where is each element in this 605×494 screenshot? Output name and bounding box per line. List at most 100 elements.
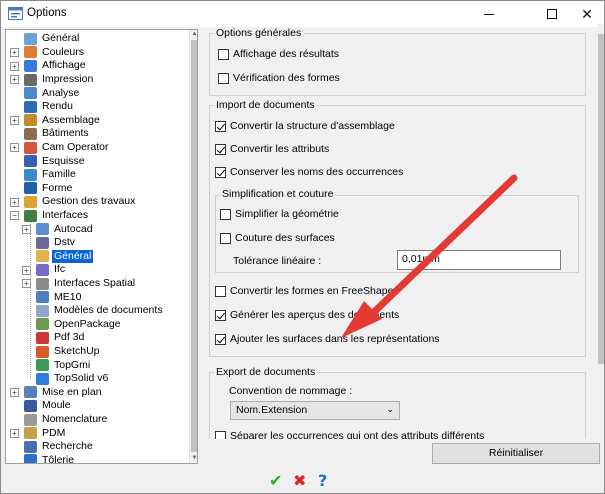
tree-item[interactable]: Dstv (36, 236, 77, 250)
tree-item[interactable]: Analyse (24, 86, 81, 100)
ajouter-surfaces-label: Ajouter les surfaces dans les représenta… (230, 333, 440, 345)
convertir-attributs-label: Convertir les attributs (230, 143, 330, 155)
tree-item[interactable]: Rendu (24, 100, 75, 114)
tree-item[interactable]: Forme (24, 182, 74, 196)
tree-item[interactable]: Interfaces Spatial (36, 277, 137, 291)
verification-formes-checkbox[interactable] (218, 72, 229, 84)
convertir-structure-checkbox[interactable] (215, 120, 226, 132)
cancel-x-icon[interactable]: ✖ (293, 471, 306, 491)
convertir-attributs-row[interactable]: Convertir les attributs (215, 143, 329, 155)
tree-item[interactable]: Tôlerie (24, 453, 76, 464)
tree-item[interactable]: Autocad (36, 222, 95, 236)
tree-item-label: Affichage (42, 59, 86, 72)
tree-node-icon (24, 413, 37, 426)
tree-item[interactable]: Bâtiments (24, 127, 91, 141)
tree-item[interactable]: Impression (24, 73, 95, 87)
tree-item-label: Bâtiments (42, 127, 89, 140)
tree-scrollbar[interactable]: ▲ ▼ (189, 30, 197, 463)
tree-item[interactable]: SketchUp (36, 345, 102, 359)
tree-item[interactable]: Modèles de documents (36, 304, 165, 318)
ok-check-icon[interactable]: ✔ (269, 471, 282, 491)
tree-scrollbar-thumb[interactable] (191, 40, 197, 452)
ajouter-surfaces-row[interactable]: Ajouter les surfaces dans les représenta… (215, 333, 440, 345)
tree-expander-icon[interactable]: + (10, 197, 19, 207)
conserver-noms-checkbox[interactable] (215, 166, 226, 178)
convertir-structure-label: Convertir la structure d'assemblage (230, 120, 395, 132)
tree-guide-line (30, 222, 31, 379)
tree-item[interactable]: Pdf 3d (36, 331, 86, 345)
tree-node-icon (36, 359, 49, 372)
tree-expander-icon[interactable]: + (10, 428, 19, 438)
tree-item[interactable]: Famille (24, 168, 78, 182)
tree-item[interactable]: OpenPackage (36, 318, 123, 332)
settings-scrollbar[interactable] (597, 24, 604, 439)
tree-item[interactable]: TopGmi (36, 358, 92, 372)
convertir-freeshape-checkbox[interactable] (215, 285, 226, 297)
help-question-icon[interactable]: ? (318, 471, 327, 490)
tree-item[interactable]: Cam Operator (24, 141, 111, 155)
tree-expander-icon[interactable]: + (10, 61, 19, 71)
window-title: Options (27, 7, 67, 19)
generer-apercus-checkbox[interactable] (215, 309, 226, 321)
tree-item[interactable]: PDM (24, 426, 67, 440)
tree-item-label: Famille (42, 168, 76, 181)
ajouter-surfaces-checkbox[interactable] (215, 333, 226, 345)
scroll-up-icon[interactable]: ▲ (190, 30, 197, 39)
settings-scrollbar-thumb[interactable] (598, 34, 604, 364)
tree-item[interactable]: ME10 (36, 290, 83, 304)
affichage-resultats-label: Affichage des résultats (233, 48, 340, 60)
tree-item[interactable]: Moule (24, 399, 73, 413)
convertir-attributs-checkbox[interactable] (215, 143, 226, 155)
tree-expander-icon[interactable]: − (10, 211, 19, 221)
affichage-resultats-checkbox[interactable] (218, 48, 229, 60)
tree-item[interactable]: Ifc (36, 263, 67, 277)
tree-item[interactable]: Mise en plan (24, 386, 104, 400)
convertir-structure-row[interactable]: Convertir la structure d'assemblage (215, 120, 395, 132)
convention-select[interactable]: Nom.Extension ⌄ (230, 401, 400, 420)
tree-node-icon (24, 386, 37, 399)
tree-item[interactable]: Gestion des travaux (24, 195, 137, 209)
couture-label: Couture des surfaces (235, 232, 335, 244)
couture-checkbox[interactable] (220, 232, 231, 244)
tree-expander-icon[interactable]: + (10, 75, 19, 85)
tree-expander-icon[interactable]: + (10, 143, 19, 153)
tree-expander-icon[interactable]: + (10, 116, 19, 126)
tree-item[interactable]: Couleurs (24, 46, 86, 60)
tree-item[interactable]: Général (36, 249, 94, 264)
tree-item-label: Esquisse (42, 154, 85, 167)
tree-expander-icon[interactable]: + (10, 388, 19, 398)
simplifier-row[interactable]: Simplifier la géométrie (220, 208, 339, 220)
tolerance-input[interactable]: 0,01mm (397, 250, 561, 270)
simplifier-checkbox[interactable] (220, 208, 231, 220)
tree-node-icon (24, 195, 37, 208)
verification-formes-row[interactable]: Vérification des formes (218, 72, 340, 84)
tree-item[interactable]: TopSolid v6 (36, 372, 110, 386)
reset-button[interactable]: Réinitialiser (432, 443, 600, 464)
options-tree[interactable]: Général + Couleurs + Affichage + Impression Ana… (5, 29, 198, 464)
tree-item[interactable]: Recherche (24, 440, 95, 454)
separer-row[interactable]: Séparer les occurrences qui ont des attr… (215, 430, 484, 439)
couture-row[interactable]: Couture des surfaces (220, 232, 335, 244)
tree-item[interactable]: Nomenclature (24, 413, 109, 427)
tree-item[interactable]: Esquisse (24, 154, 87, 168)
tree-node-icon (24, 209, 37, 222)
conserver-noms-row[interactable]: Conserver les noms des occurrences (215, 166, 403, 178)
tree-node-icon (24, 32, 37, 45)
tree-item[interactable]: Interfaces (24, 209, 90, 223)
tree-item-label: OpenPackage (54, 317, 121, 330)
settings-panel: Options générales Affichage des résultat… (204, 24, 595, 439)
tree-item-label: Recherche (42, 440, 93, 453)
chevron-down-icon: ⌄ (386, 404, 394, 414)
tree-item[interactable]: Affichage (24, 59, 88, 73)
tree-item-label: Assemblage (42, 113, 100, 126)
scroll-down-icon[interactable]: ▼ (190, 454, 197, 463)
tree-expander-icon[interactable]: + (10, 48, 19, 58)
affichage-resultats-row[interactable]: Affichage des résultats (218, 48, 339, 60)
convertir-freeshape-row[interactable]: Convertir les formes en FreeShape (215, 285, 393, 297)
tree-item[interactable]: Assemblage (24, 114, 102, 128)
tree-item-label: Tôlerie (42, 453, 75, 464)
generer-apercus-row[interactable]: Générer les aperçus des documents (215, 309, 399, 321)
maximize-icon (547, 9, 557, 19)
tree-item[interactable]: Général (24, 32, 81, 46)
separer-checkbox[interactable] (215, 430, 226, 439)
